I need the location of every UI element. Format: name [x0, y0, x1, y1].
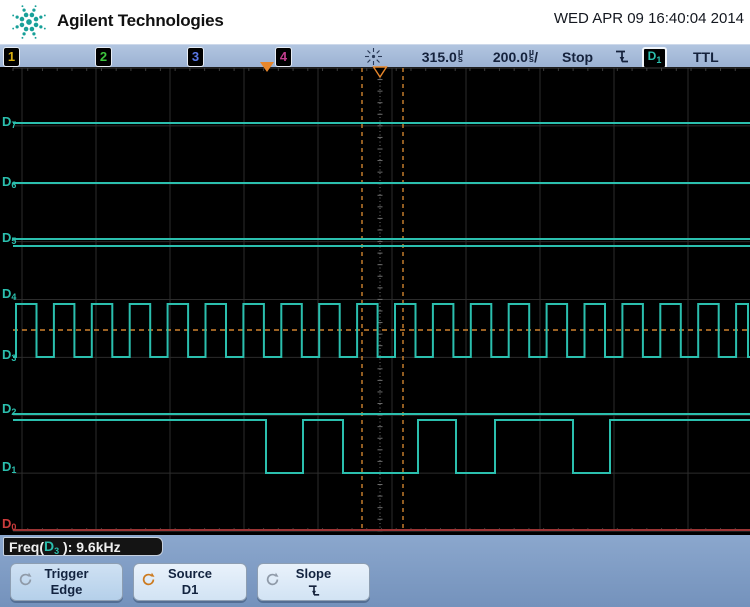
waveform-display: D7D6D5D4D3D2D1D0	[0, 60, 750, 535]
header: Agilent Technologies WED APR 09 16:40:04…	[0, 0, 750, 44]
falling-edge-icon	[308, 583, 320, 598]
softkey-source[interactable]: Source D1	[133, 563, 247, 601]
brand-title: Agilent Technologies	[57, 11, 224, 31]
datetime: WED APR 09 16:40:04 2014	[554, 10, 744, 27]
frequency-measurement: Freq(D3 ): 9.6kHz	[3, 537, 163, 556]
softkey-trigger[interactable]: Trigger Edge	[10, 563, 123, 601]
softkey-label: Slope	[296, 566, 331, 582]
softkey-value: D1	[182, 582, 199, 598]
softkey-label: Source	[168, 566, 212, 582]
softkey-slope[interactable]: Slope	[257, 563, 370, 601]
rotate-knob-icon	[141, 572, 156, 587]
bottom-bar: Freq(D3 ): 9.6kHz Trigger Edge Source D1	[0, 535, 750, 607]
graticule-background	[0, 67, 750, 535]
softkey-label: Trigger	[44, 566, 88, 582]
softkey-value: Edge	[51, 582, 83, 598]
rotate-knob-icon	[18, 572, 33, 587]
oscilloscope-screen: Agilent Technologies WED APR 09 16:40:04…	[0, 0, 750, 607]
rotate-knob-icon	[265, 572, 280, 587]
agilent-logo-icon	[8, 2, 50, 42]
